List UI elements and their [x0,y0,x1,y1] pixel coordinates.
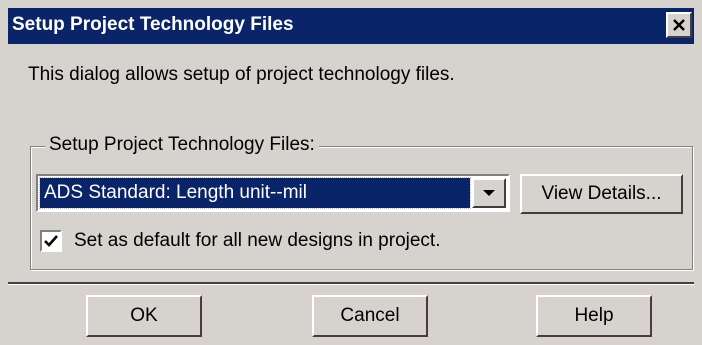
default-checkbox-label: Set as default for all new designs in pr… [74,230,441,251]
close-icon [673,19,685,31]
dropdown-arrow-button[interactable] [472,178,506,208]
cancel-button[interactable]: Cancel [311,294,429,338]
group-legend: Setup Project Technology Files: [45,134,319,156]
checkmark-icon [44,235,58,247]
default-checkbox[interactable] [40,230,62,252]
close-button[interactable] [666,12,692,38]
dialog-description: This dialog allows setup of project tech… [28,64,455,85]
technology-file-dropdown[interactable]: ADS Standard: Length unit--mil [36,174,510,212]
title-bar[interactable]: Setup Project Technology Files [8,8,694,44]
ok-button[interactable]: OK [85,294,203,338]
dialog-title: Setup Project Technology Files [12,14,294,35]
help-button[interactable]: Help [535,294,653,338]
chevron-down-icon [483,190,495,196]
view-details-button[interactable]: View Details... [520,174,683,214]
dropdown-selected-value: ADS Standard: Length unit--mil [39,177,471,209]
separator [8,282,694,285]
setup-technology-dialog: Setup Project Technology Files This dial… [0,0,702,345]
